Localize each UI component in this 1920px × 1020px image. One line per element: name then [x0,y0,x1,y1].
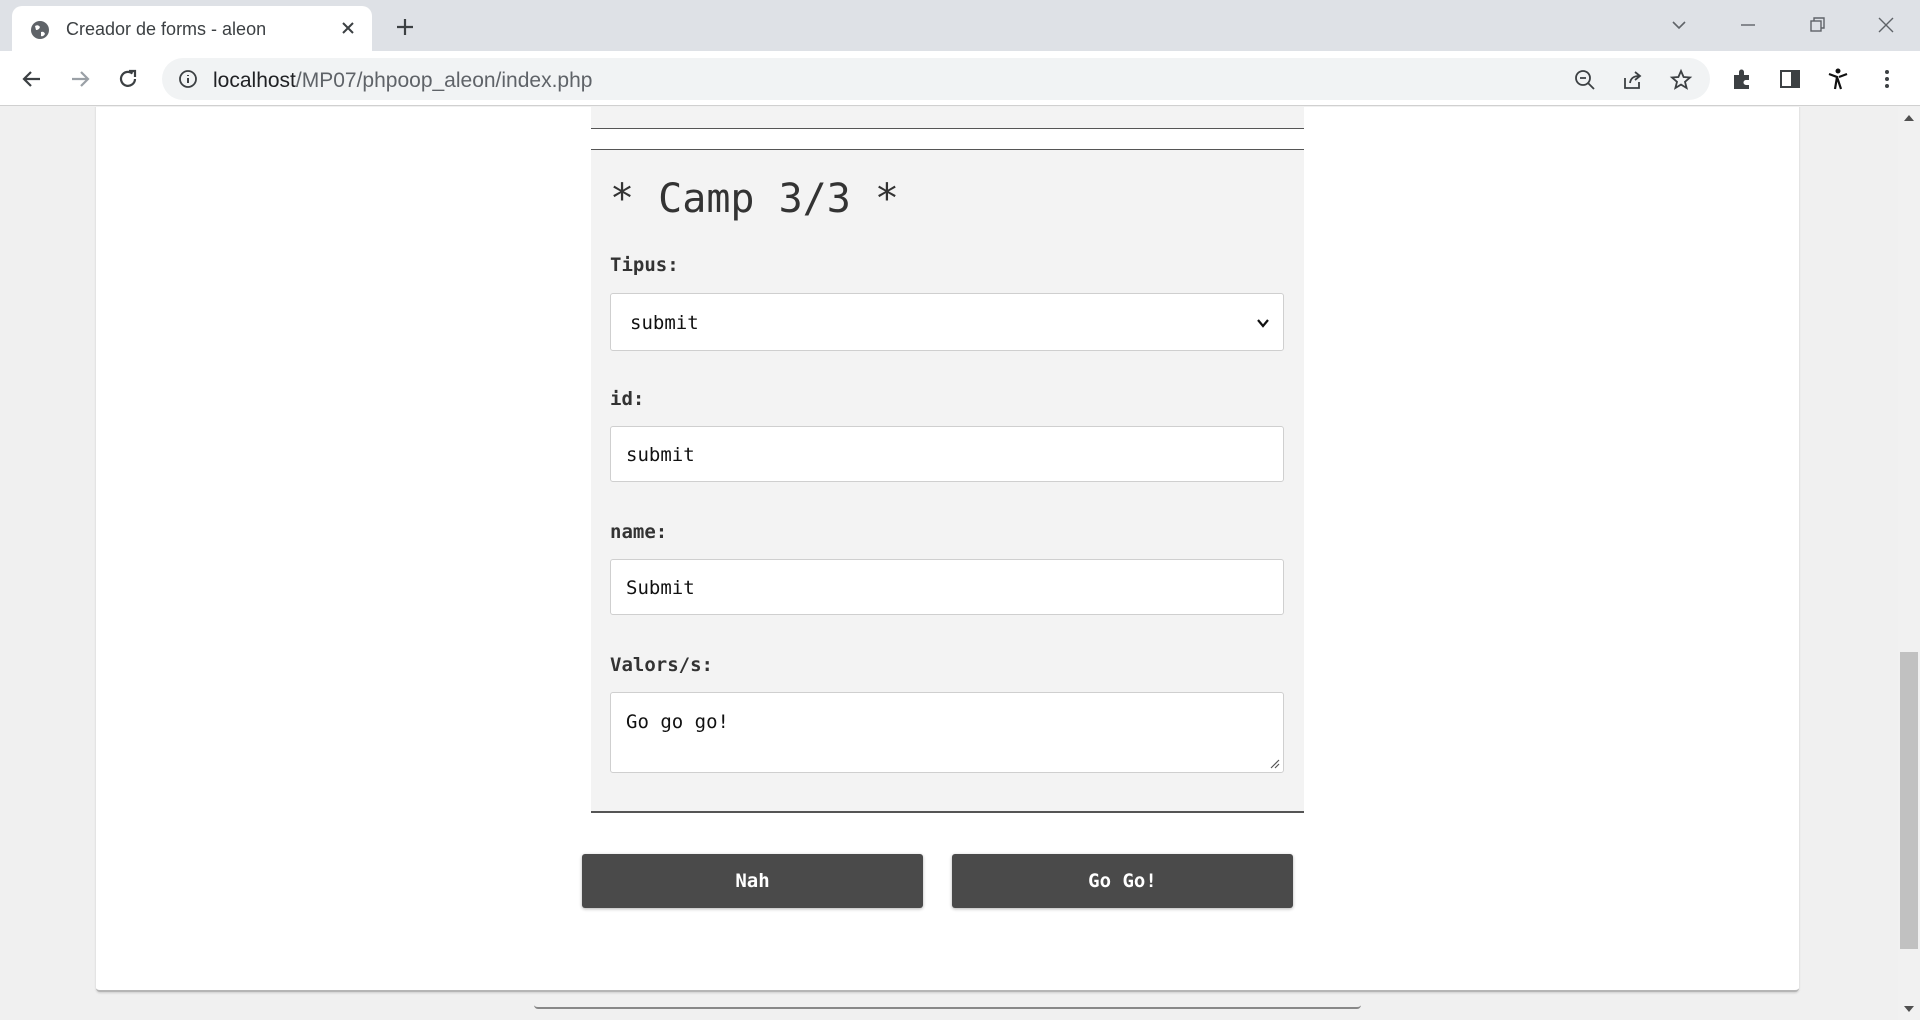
tab-search-icon[interactable] [1666,12,1692,38]
page-viewport: * Camp 3/3 * Tipus: submit id: submit na… [0,107,1898,1020]
side-panel-icon[interactable] [1777,66,1803,92]
name-input-value: Submit [626,577,695,599]
restore-icon[interactable] [1804,12,1830,38]
forward-arrow-icon[interactable] [66,65,94,93]
minimize-icon[interactable] [1735,12,1761,38]
close-tab-icon[interactable] [338,18,358,38]
camp-title: * Camp 3/3 * [610,176,899,222]
valors-textarea[interactable]: Go go go! [610,692,1284,773]
valors-label: Valors/s: [610,654,713,676]
browser-tab[interactable]: Creador de forms - aleon [12,6,372,51]
tab-strip: Creador de forms - aleon [0,0,1920,51]
id-label: id: [610,388,645,410]
scrollbar-thumb[interactable] [1900,652,1918,949]
vertical-scrollbar[interactable] [1898,107,1920,1020]
reload-icon[interactable] [114,65,142,93]
tipus-select[interactable]: submit [610,293,1284,351]
info-icon[interactable] [178,69,198,89]
field-section-3: * Camp 3/3 * Tipus: submit id: submit na… [591,149,1304,813]
profile-avatar-icon[interactable] [1825,66,1851,92]
tab-title: Creador de forms - aleon [66,19,267,39]
url-host: localhost [213,69,296,92]
resize-grip-icon[interactable] [1268,757,1280,769]
close-window-icon[interactable] [1873,12,1899,38]
name-label: name: [610,521,668,543]
extensions-puzzle-icon[interactable] [1729,66,1755,92]
scroll-down-arrow-icon[interactable] [1903,1004,1915,1014]
id-input[interactable]: submit [610,426,1284,482]
new-tab-icon[interactable] [392,14,418,40]
name-input[interactable]: Submit [610,559,1284,615]
chevron-down-icon [1257,319,1269,328]
zoom-out-icon[interactable] [1573,68,1597,92]
share-icon[interactable] [1621,68,1645,92]
address-bar[interactable]: localhost/MP07/phpoop_aleon/index.php [162,58,1710,100]
back-arrow-icon[interactable] [18,65,46,93]
scroll-up-arrow-icon[interactable] [1903,113,1915,123]
previous-field-section [591,107,1304,129]
id-input-value: submit [626,444,695,466]
menu-kebab-icon[interactable] [1874,66,1900,92]
nah-button[interactable]: Nah [582,854,923,908]
tipus-label: Tipus: [610,254,679,276]
go-go-button[interactable]: Go Go! [952,854,1293,908]
tipus-select-value: submit [630,312,699,334]
globe-icon [31,21,49,39]
browser-toolbar: localhost/MP07/phpoop_aleon/index.php [0,51,1920,106]
url-text: localhost/MP07/phpoop_aleon/index.php [213,69,592,93]
bookmark-star-icon[interactable] [1669,68,1693,92]
url-path: /MP07/phpoop_aleon/index.php [295,69,593,92]
valors-textarea-value: Go go go! [626,711,729,733]
